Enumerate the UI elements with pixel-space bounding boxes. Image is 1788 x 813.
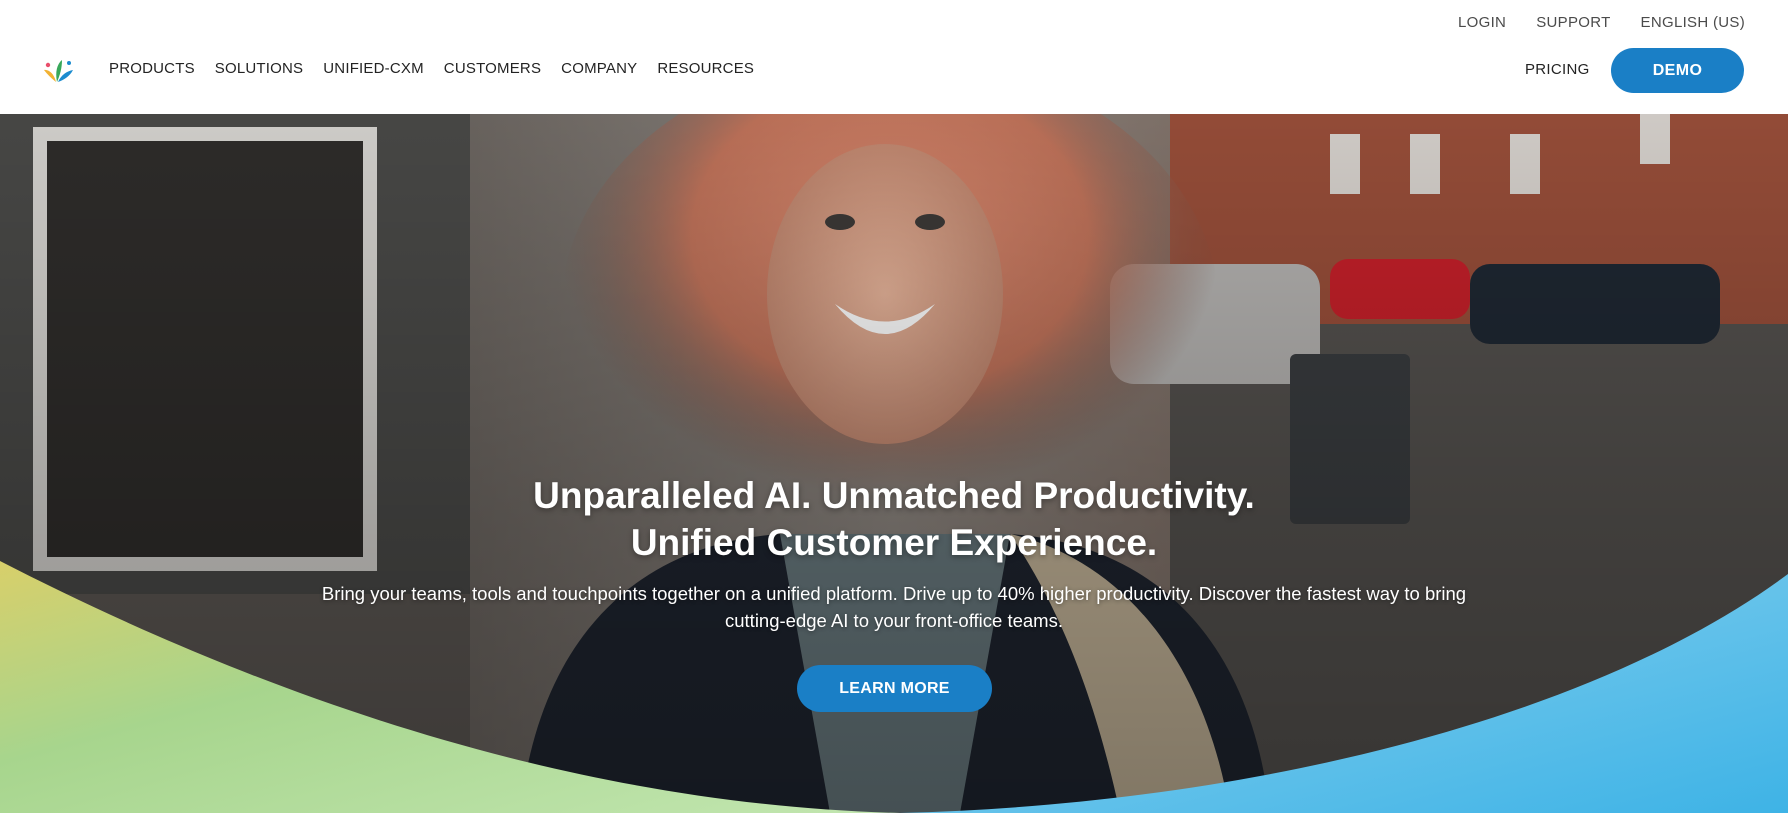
pricing-link[interactable]: PRICING: [1525, 61, 1590, 78]
login-link[interactable]: LOGIN: [1458, 14, 1506, 31]
language-selector[interactable]: ENGLISH (US): [1641, 14, 1745, 31]
site-header: LOGIN SUPPORT ENGLISH (US) PRODUCTS SOLU…: [0, 0, 1788, 114]
main-nav: PRODUCTS SOLUTIONS UNIFIED-CXM CUSTOMERS…: [109, 60, 754, 77]
brand-logo-icon[interactable]: [42, 55, 76, 85]
support-link[interactable]: SUPPORT: [1536, 14, 1610, 31]
nav-unified-cxm[interactable]: UNIFIED-CXM: [323, 60, 424, 77]
demo-button[interactable]: DEMO: [1611, 48, 1744, 93]
hero-headline: Unparalleled AI. Unmatched Productivity.…: [0, 472, 1788, 566]
learn-more-button[interactable]: LEARN MORE: [797, 665, 992, 712]
hero-headline-line-1: Unparalleled AI. Unmatched Productivity.: [533, 474, 1255, 516]
nav-customers[interactable]: CUSTOMERS: [444, 60, 541, 77]
nav-products[interactable]: PRODUCTS: [109, 60, 195, 77]
nav-resources[interactable]: RESOURCES: [657, 60, 754, 77]
hero-section: Unparalleled AI. Unmatched Productivity.…: [0, 114, 1788, 813]
utility-nav: LOGIN SUPPORT ENGLISH (US): [1458, 14, 1745, 31]
nav-solutions[interactable]: SOLUTIONS: [215, 60, 303, 77]
hero-headline-line-2: Unified Customer Experience.: [630, 521, 1158, 563]
nav-company[interactable]: COMPANY: [561, 60, 637, 77]
hero-subcopy: Bring your teams, tools and touchpoints …: [321, 582, 1467, 631]
